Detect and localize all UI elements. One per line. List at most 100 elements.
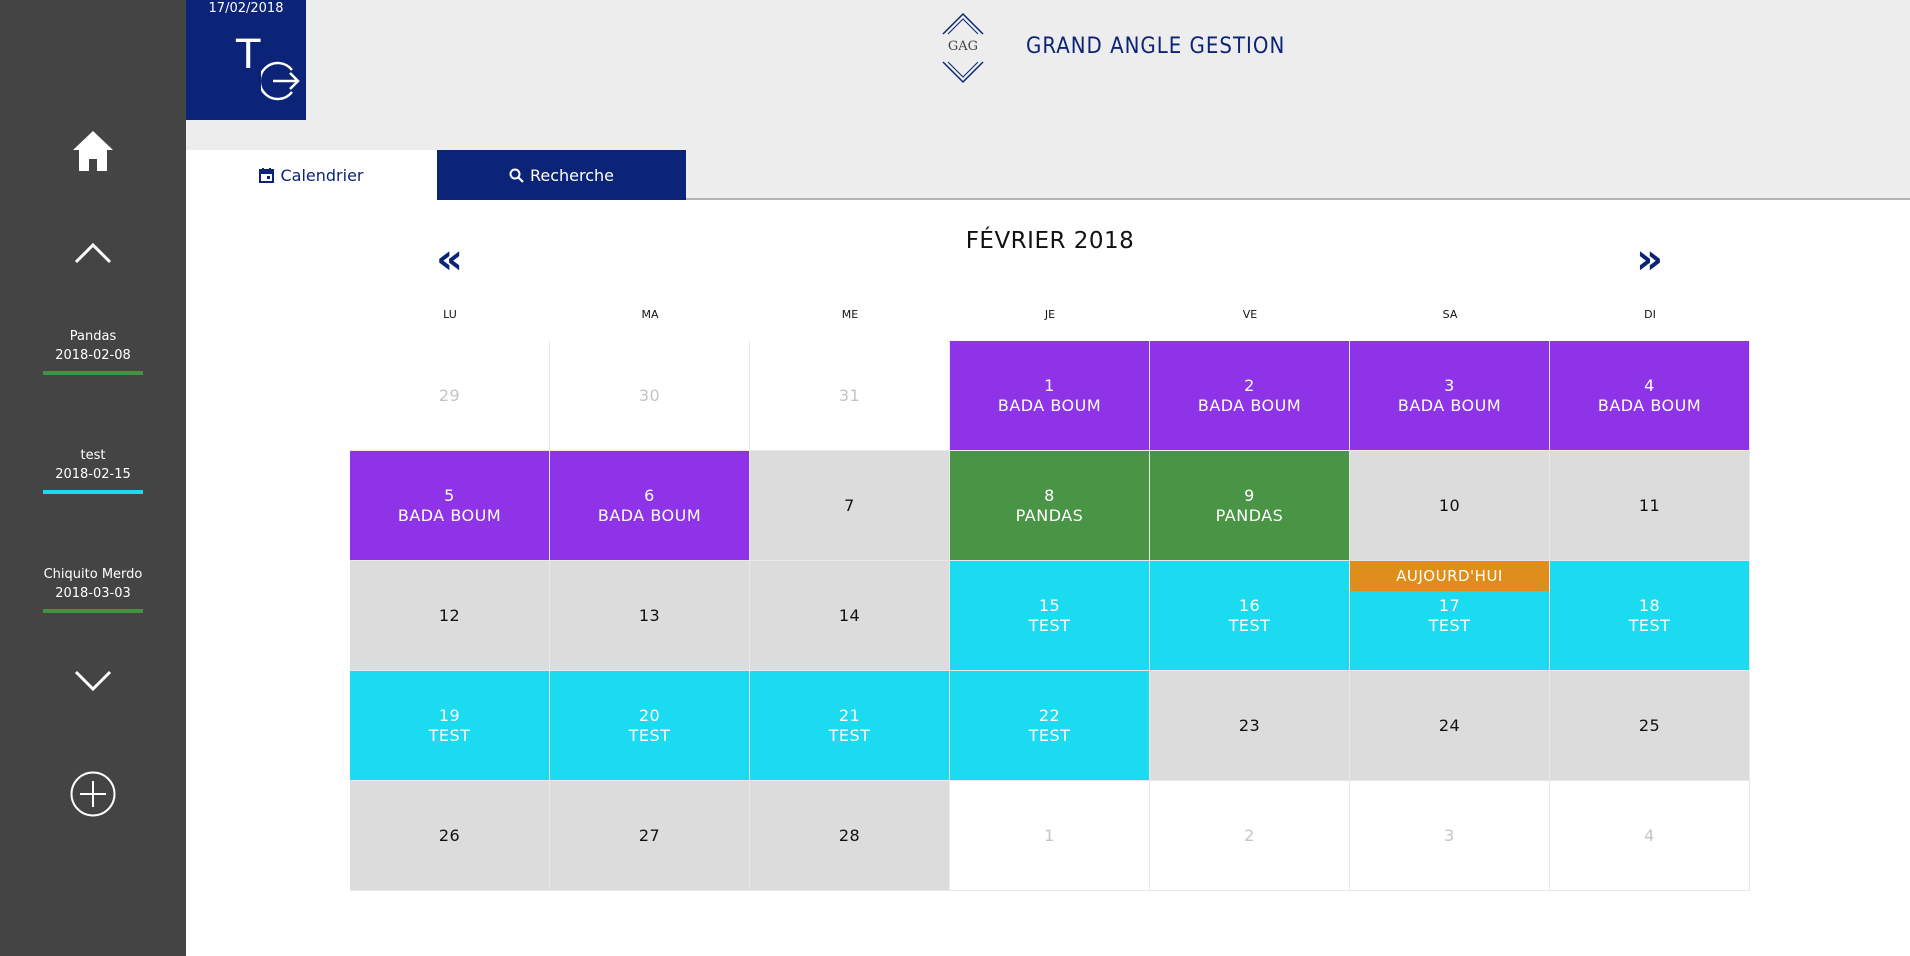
calendar-day-cell[interactable]: 19 TEST — [350, 671, 550, 781]
weekday-label: LU — [443, 308, 457, 321]
calendar-day-cell[interactable]: 26 — [350, 781, 550, 891]
calendar-day-cell[interactable]: 7 — [750, 451, 950, 561]
calendar-day-cell[interactable]: 20 TEST — [550, 671, 750, 781]
day-number: 20 — [638, 705, 661, 725]
calendar-day-cell[interactable]: 16 TEST — [1150, 561, 1350, 671]
weekday-label: DI — [1644, 308, 1656, 321]
tab-recherche[interactable]: Recherche — [437, 150, 686, 200]
project-color-bar — [43, 609, 143, 613]
day-number: 15 — [1038, 595, 1061, 615]
calendar-day-cell[interactable]: 24 — [1350, 671, 1550, 781]
day-number: 23 — [1238, 715, 1261, 735]
user-initial: T — [236, 32, 261, 78]
calendar-grid: 29 30 31 1 BADA BOUM 2 BADA BOUM 3 BADA BOUM 4 BAD… — [350, 341, 1750, 891]
home-icon — [73, 131, 113, 171]
day-number: 19 — [438, 705, 461, 725]
brand-logo-text: GAG — [947, 39, 979, 54]
calendar-day-cell[interactable]: 30 — [550, 341, 750, 451]
event-label: TEST — [628, 725, 671, 745]
day-number: 18 — [1638, 595, 1661, 615]
tab-label: Calendrier — [280, 165, 364, 185]
project-date: 2018-02-15 — [55, 467, 131, 482]
sidebar-project-chiquito-merdo[interactable]: Chiquito Merdo 2018-03-03 — [0, 565, 186, 613]
event-label: PANDAS — [1015, 505, 1084, 525]
previous-month-button[interactable]: « — [436, 237, 463, 281]
calendar-day-cell[interactable]: 29 — [350, 341, 550, 451]
scroll-up-button[interactable] — [0, 240, 186, 266]
calendar-day-cell[interactable]: 2 BADA BOUM — [1150, 341, 1350, 451]
day-number: 28 — [838, 825, 861, 845]
calendar-day-cell[interactable]: 27 — [550, 781, 750, 891]
event-label: TEST — [1628, 615, 1671, 635]
logout-icon[interactable] — [261, 60, 303, 102]
day-number: 8 — [1044, 485, 1055, 505]
event-label: BADA BOUM — [597, 505, 702, 525]
sidebar-project-test[interactable]: test 2018-02-15 — [0, 446, 186, 494]
project-date: 2018-02-08 — [55, 348, 131, 363]
calendar-day-cell[interactable]: 14 — [750, 561, 950, 671]
day-number: 10 — [1438, 495, 1461, 515]
calendar-day-cell[interactable]: 15 TEST — [950, 561, 1150, 671]
calendar-day-cell[interactable]: 1 — [950, 781, 1150, 891]
month-title: FÉVRIER 2018 — [965, 228, 1135, 254]
search-icon — [509, 168, 524, 183]
calendar-day-cell[interactable]: 25 — [1550, 671, 1750, 781]
project-color-bar — [43, 371, 143, 375]
day-number: 13 — [638, 605, 661, 625]
project-name: test — [80, 448, 106, 463]
home-button[interactable] — [0, 128, 186, 174]
add-project-button[interactable] — [0, 770, 186, 818]
event-label: TEST — [428, 725, 471, 745]
calendar-day-cell[interactable]: 28 — [750, 781, 950, 891]
current-date: 17/02/2018 — [208, 1, 284, 16]
day-number: 30 — [638, 385, 661, 405]
event-label: TEST — [828, 725, 871, 745]
calendar-day-cell[interactable]: 6 BADA BOUM — [550, 451, 750, 561]
calendar-day-cell[interactable]: 11 — [1550, 451, 1750, 561]
calendar-day-cell[interactable]: 18 TEST — [1550, 561, 1750, 671]
calendar-day-cell[interactable]: 22 TEST — [950, 671, 1150, 781]
calendar-day-cell[interactable]: 2 — [1150, 781, 1350, 891]
day-number: 4 — [1644, 375, 1655, 395]
day-number: 12 — [438, 605, 461, 625]
calendar-day-cell[interactable]: AUJOURD'HUI 17 TEST — [1350, 561, 1550, 671]
weekday-label: SA — [1442, 308, 1458, 321]
calendar-day-cell[interactable]: 1 BADA BOUM — [950, 341, 1150, 451]
event-label: PANDAS — [1215, 505, 1284, 525]
calendar-icon — [259, 167, 275, 183]
scroll-down-button[interactable] — [0, 668, 186, 694]
event-label: TEST — [1428, 615, 1471, 635]
project-name: Pandas — [69, 329, 117, 344]
calendar-day-cell[interactable]: 13 — [550, 561, 750, 671]
calendar-day-cell[interactable]: 31 — [750, 341, 950, 451]
day-number: 4 — [1644, 825, 1655, 845]
calendar-day-cell[interactable]: 4 BADA BOUM — [1550, 341, 1750, 451]
calendar-day-cell[interactable]: 12 — [350, 561, 550, 671]
calendar-day-cell[interactable]: 3 BADA BOUM — [1350, 341, 1550, 451]
brand-title: GRAND ANGLE GESTION — [1026, 34, 1286, 59]
calendar-day-cell[interactable]: 3 — [1350, 781, 1550, 891]
user-box: 17/02/2018 T — [186, 0, 306, 120]
day-number: 1 — [1044, 825, 1055, 845]
day-number: 14 — [838, 605, 861, 625]
project-name: Chiquito Merdo — [43, 567, 143, 582]
day-number: 17 — [1438, 595, 1461, 615]
project-color-bar — [43, 490, 143, 494]
project-date: 2018-03-03 — [55, 586, 131, 601]
next-month-button[interactable]: » — [1636, 237, 1663, 281]
calendar-day-cell[interactable]: 23 — [1150, 671, 1350, 781]
calendar-day-cell[interactable]: 10 — [1350, 451, 1550, 561]
day-number: 16 — [1238, 595, 1261, 615]
event-label: TEST — [1228, 615, 1271, 635]
calendar-day-cell[interactable]: 5 BADA BOUM — [350, 451, 550, 561]
tab-label: Recherche — [529, 165, 615, 185]
day-number: 5 — [444, 485, 455, 505]
sidebar-project-pandas[interactable]: Pandas 2018-02-08 — [0, 327, 186, 375]
day-number: 22 — [1038, 705, 1061, 725]
calendar-day-cell[interactable]: 8 PANDAS — [950, 451, 1150, 561]
calendar-day-cell[interactable]: 4 — [1550, 781, 1750, 891]
calendar-day-cell[interactable]: 21 TEST — [750, 671, 950, 781]
day-number: 29 — [438, 385, 461, 405]
calendar-day-cell[interactable]: 9 PANDAS — [1150, 451, 1350, 561]
tab-calendrier[interactable]: Calendrier — [186, 150, 437, 200]
